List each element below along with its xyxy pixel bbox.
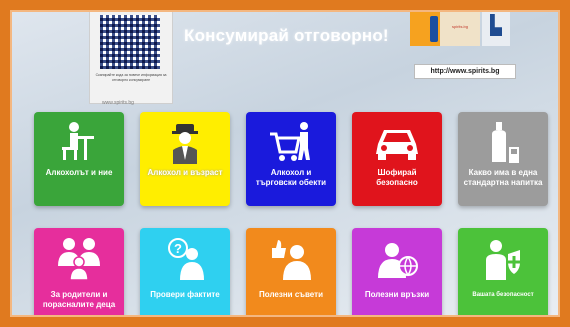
tile-drive-safely[interactable]: Шофирай безопасно: [352, 112, 442, 206]
thumbs-up-person-icon: [272, 240, 311, 280]
tile-alcohol-and-shops[interactable]: Алкохол и търговски обекти: [246, 112, 336, 206]
website-link[interactable]: http://www.spirits.bg: [414, 64, 516, 79]
content-frame: Сканирайте кода за повече информация за …: [10, 10, 560, 317]
shield-person-icon: [486, 240, 520, 280]
tile-alcohol-and-age[interactable]: Алкохол и възраст: [140, 112, 230, 206]
svg-text:?: ?: [174, 241, 182, 256]
tile-label: За родители и порасналите деца: [42, 290, 116, 309]
qr-url: www.spirits.bg: [102, 100, 134, 106]
slogan-title: Консумирай отговорно!: [184, 26, 389, 45]
person-at-desk-icon: [62, 122, 94, 160]
globe-person-icon: [378, 243, 418, 278]
qr-caption: Сканирайте кода за повече информация за …: [95, 73, 167, 82]
family-icon: [58, 238, 100, 280]
qr-code-panel[interactable]: Сканирайте кода за повече информация за …: [89, 12, 173, 104]
tile-label: Алкохол и възраст: [147, 168, 223, 177]
partner-logo[interactable]: spirits.bg: [410, 12, 480, 46]
car-icon: [376, 130, 418, 160]
association-mark-icon: [490, 14, 502, 36]
tile-useful-tips[interactable]: Полезни съвети: [246, 228, 336, 315]
bottle-logo-icon: [430, 16, 438, 42]
tile-useful-links[interactable]: Полезни връзки: [352, 228, 442, 315]
qr-code-icon: [100, 15, 160, 69]
tile-label: Полезни връзки: [364, 290, 430, 299]
tile-label: Алкохол и търговски обекти: [255, 168, 327, 187]
tile-label: Алкохолът и ние: [45, 168, 113, 177]
tile-label: Шофирай безопасно: [376, 168, 418, 187]
shopping-cart-icon: [270, 122, 310, 161]
tile-check-facts[interactable]: ? Провери фактите: [140, 228, 230, 315]
logo-caption: spirits.bg: [452, 24, 469, 29]
question-person-icon: ?: [168, 238, 204, 280]
tile-parents-and-kids[interactable]: За родители и порасналите деца: [34, 228, 124, 315]
tile-label: Полезни съвети: [259, 290, 323, 299]
tile-alcohol-and-us[interactable]: Алкохолът и ние: [34, 112, 124, 206]
association-logo[interactable]: [482, 12, 510, 46]
tile-label: Какво има в една стандартна напитка: [463, 168, 543, 187]
tile-your-safety[interactable]: Вашата безопасност: [458, 228, 548, 315]
man-with-hat-icon: [172, 124, 198, 164]
bottle-glass-icon: [492, 122, 519, 163]
tile-standard-drink[interactable]: Какво има в една стандартна напитка: [458, 112, 548, 206]
tile-label: Провери фактите: [150, 290, 220, 299]
tile-label: Вашата безопасност: [472, 292, 534, 298]
